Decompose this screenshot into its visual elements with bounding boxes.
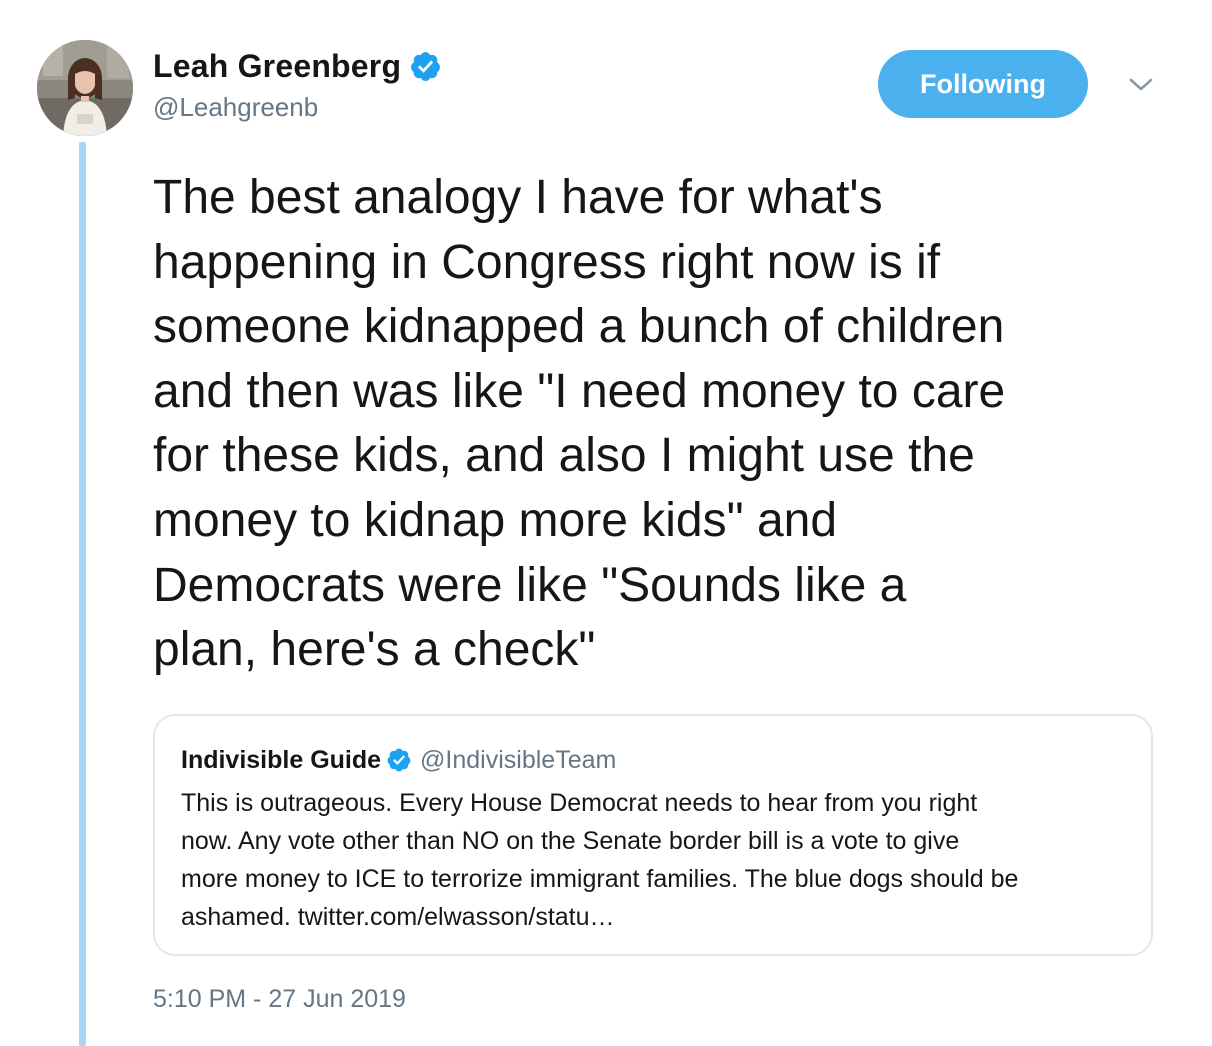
quoted-tweet-card[interactable]: Indivisible Guide @IndivisibleTeam This … bbox=[153, 714, 1153, 956]
thread-connector-line bbox=[79, 142, 86, 1046]
author-name-row[interactable]: Leah Greenberg bbox=[153, 44, 442, 88]
quoted-tweet-header: Indivisible Guide @IndivisibleTeam bbox=[181, 742, 616, 778]
author-handle[interactable]: @Leahgreenb bbox=[153, 92, 318, 123]
quoted-author-display-name: Indivisible Guide bbox=[181, 745, 382, 774]
author-display-name[interactable]: Leah Greenberg bbox=[153, 48, 401, 85]
tweet-timestamp[interactable]: 5:10 PM - 27 Jun 2019 bbox=[153, 985, 406, 1014]
verified-badge-icon bbox=[409, 50, 442, 83]
avatar[interactable] bbox=[37, 40, 133, 136]
quoted-author-handle: @IndivisibleTeam bbox=[420, 745, 617, 774]
verified-badge-icon bbox=[386, 747, 412, 773]
following-button[interactable]: Following bbox=[878, 50, 1088, 118]
quoted-tweet-text: This is outrageous. Every House Democrat… bbox=[181, 789, 1019, 931]
tweet-text: The best analogy I have for what's happe… bbox=[153, 171, 1006, 677]
chevron-down-icon[interactable] bbox=[1126, 72, 1156, 96]
